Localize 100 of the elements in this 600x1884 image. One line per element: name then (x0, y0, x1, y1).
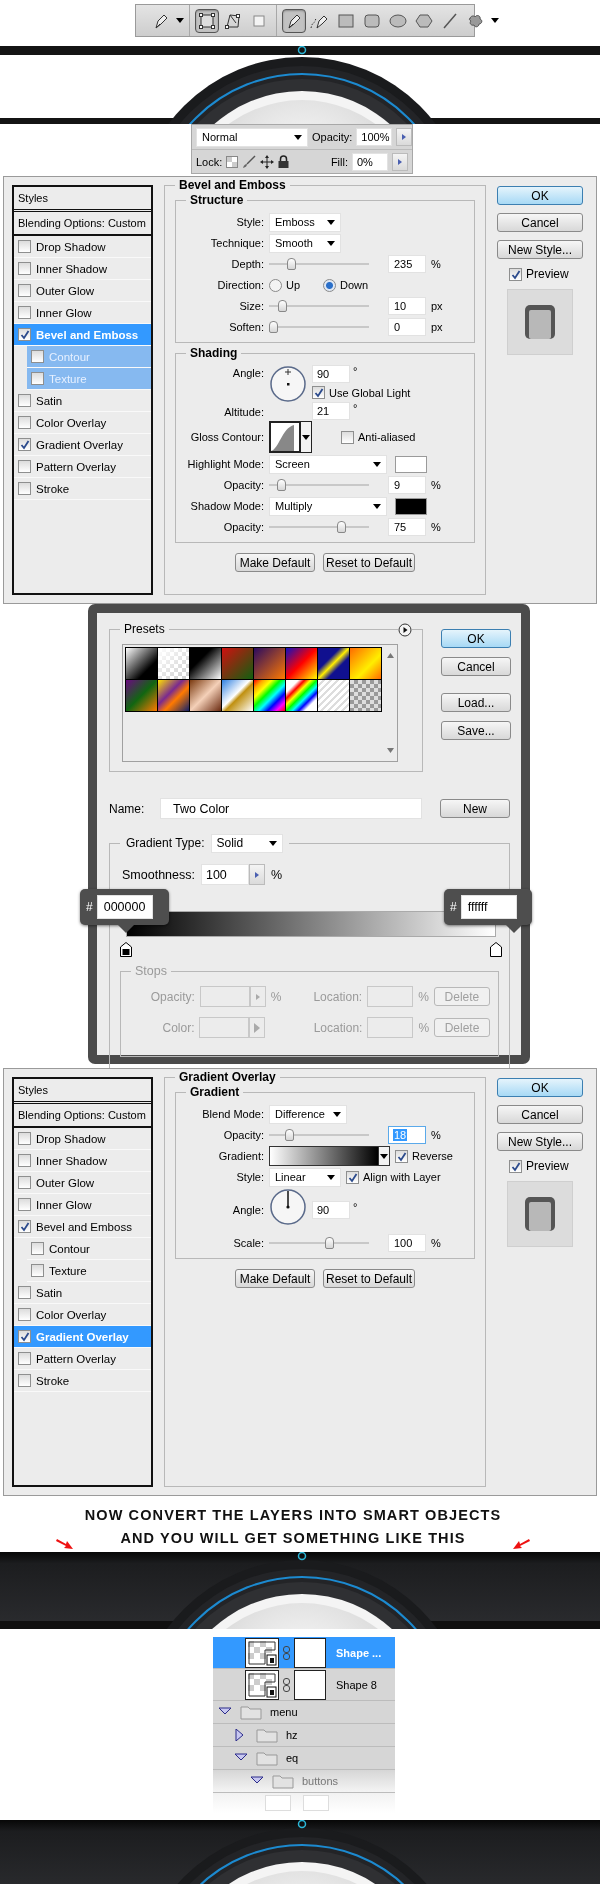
input-field[interactable]: 90 (312, 365, 350, 383)
name-field[interactable]: Two Color (160, 798, 422, 819)
dropdown[interactable]: Emboss (269, 212, 341, 232)
slider-thumb[interactable] (277, 479, 287, 491)
style-list-item[interactable]: Inner Glow (14, 1194, 151, 1216)
scroll-down-arrow-icon[interactable] (387, 748, 394, 753)
hex-field[interactable]: 000000 (96, 895, 153, 919)
dialog-button[interactable]: New (440, 799, 510, 818)
style-list-item[interactable]: Inner Shadow (14, 258, 151, 280)
checkbox[interactable] (18, 482, 31, 495)
style-list-item[interactable]: Bevel and Emboss (14, 1216, 151, 1238)
style-list-item[interactable]: Stroke (14, 1370, 151, 1392)
layer-row[interactable]: buttons (213, 1770, 395, 1793)
checkbox[interactable] (31, 1264, 44, 1277)
checkbox[interactable] (18, 416, 31, 429)
checkbox[interactable] (31, 350, 44, 363)
input-field[interactable]: 90 (312, 1201, 350, 1219)
style-list-item[interactable]: Pattern Overlay (14, 1348, 151, 1370)
input-field[interactable]: 21 (312, 402, 350, 420)
checkbox[interactable] (18, 1220, 31, 1233)
input-field[interactable]: 9 (388, 476, 426, 494)
checkbox[interactable] (18, 240, 31, 253)
checkbox[interactable] (18, 1352, 31, 1365)
gradient-swatch[interactable] (126, 680, 158, 712)
slider-thumb[interactable] (325, 1237, 335, 1249)
checkbox[interactable] (18, 1374, 31, 1387)
gradient-swatch[interactable] (126, 648, 158, 680)
dialog-button[interactable]: Cancel (441, 657, 511, 676)
gradient-swatch[interactable] (286, 680, 318, 712)
hex-field[interactable]: ffffff (460, 895, 517, 919)
style-list-item[interactable]: Color Overlay (14, 412, 151, 434)
dialog-button[interactable]: New Style... (497, 240, 583, 259)
padlock-icon[interactable] (278, 155, 290, 168)
checkbox[interactable] (18, 1308, 31, 1321)
dialog-button[interactable]: OK (497, 186, 583, 205)
dialog-button[interactable]: Make Default (235, 1269, 315, 1288)
transparency-lock-icon[interactable] (226, 155, 239, 168)
gradient-swatch[interactable] (190, 648, 222, 680)
checkbox[interactable] (18, 1198, 31, 1211)
input-field[interactable]: 100 (388, 1234, 426, 1252)
gradient-swatch[interactable] (254, 648, 286, 680)
input-field[interactable] (367, 1017, 414, 1038)
gradient-swatch[interactable] (350, 648, 382, 680)
input-field[interactable]: 75 (388, 518, 426, 536)
checkbox[interactable] (18, 460, 31, 473)
style-list-item[interactable]: Satin (14, 1282, 151, 1304)
dialog-button[interactable]: Save... (441, 721, 511, 740)
angle-dial[interactable] (269, 1188, 307, 1226)
checkbox[interactable] (18, 284, 31, 297)
radio-button[interactable] (323, 278, 337, 292)
checkbox[interactable] (18, 1154, 31, 1167)
dropdown[interactable]: Linear (269, 1167, 341, 1187)
gradient-swatch[interactable] (190, 680, 222, 712)
dialog-button[interactable]: Reset to Default (323, 553, 415, 572)
layer-row[interactable]: menu (213, 1701, 395, 1724)
checkbox[interactable] (18, 394, 31, 407)
checkbox[interactable] (18, 1132, 31, 1145)
dialog-button[interactable]: OK (441, 629, 511, 648)
gradient-picker[interactable] (269, 1146, 390, 1166)
gradient-swatch[interactable] (350, 680, 382, 712)
checkbox[interactable] (18, 1176, 31, 1189)
angle-dial[interactable] (269, 365, 307, 403)
checkbox[interactable] (18, 306, 31, 319)
style-list-item[interactable]: Pattern Overlay (14, 456, 151, 478)
slider-thumb[interactable] (337, 521, 347, 533)
style-list-item[interactable]: Contour (27, 1238, 151, 1260)
brush-icon[interactable] (242, 154, 257, 169)
style-list-item[interactable]: Outer Glow (14, 280, 151, 302)
layer-row[interactable]: Shape 8 (213, 1669, 395, 1701)
checkbox[interactable] (18, 328, 31, 341)
slider-thumb[interactable] (269, 321, 278, 333)
layer-row[interactable]: hz (213, 1724, 395, 1747)
gradient-swatch[interactable] (158, 680, 190, 712)
slider-thumb[interactable] (287, 258, 297, 270)
style-list-item[interactable]: Satin (14, 390, 151, 412)
style-list-item[interactable]: Drop Shadow (14, 1128, 151, 1150)
input-field[interactable]: 235 (388, 255, 426, 273)
color-swatch[interactable] (395, 455, 427, 473)
tool-button[interactable] (195, 8, 219, 33)
slider-thumb[interactable] (285, 1129, 295, 1141)
dialog-button[interactable]: Cancel (497, 1105, 583, 1124)
input-field[interactable]: 0% (352, 152, 388, 171)
dialog-button[interactable]: Cancel (497, 213, 583, 232)
color-swatch[interactable] (395, 497, 427, 515)
style-list-item[interactable]: Inner Shadow (14, 1150, 151, 1172)
checkbox[interactable] (509, 267, 522, 281)
dropdown[interactable]: Multiply (269, 496, 387, 516)
tool-button[interactable] (282, 8, 306, 33)
style-list-item[interactable]: Drop Shadow (14, 236, 151, 258)
style-list-item[interactable]: Outer Glow (14, 1172, 151, 1194)
gradient-swatch[interactable] (318, 680, 350, 712)
dialog-button[interactable]: New Style... (497, 1132, 583, 1151)
checkbox[interactable] (395, 1149, 408, 1163)
style-list-item[interactable]: Texture (27, 1260, 151, 1282)
stepper-button[interactable] (396, 128, 413, 146)
checkbox[interactable] (18, 1286, 31, 1299)
input-field[interactable]: 100% (356, 128, 393, 146)
dropdown[interactable]: Normal (196, 127, 308, 147)
checkbox[interactable] (18, 1330, 31, 1343)
dialog-button[interactable]: OK (497, 1078, 583, 1097)
